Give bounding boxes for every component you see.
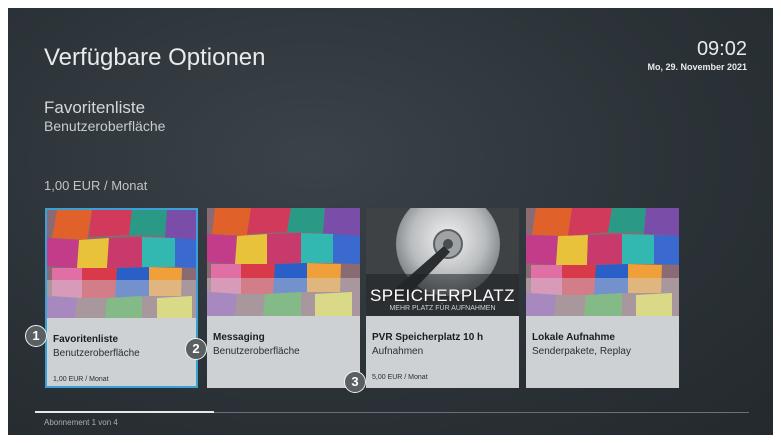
page-title: Verfügbare Optionen — [44, 44, 266, 71]
callout-badge-2: 2 — [185, 338, 207, 360]
card-name: PVR Speicherplatz 10 h — [372, 332, 484, 343]
pager-label: Abonnement 1 von 4 — [44, 418, 118, 427]
option-card-messaging[interactable]: Messaging Benutzeroberfläche — [207, 208, 360, 388]
option-card-favoritenliste[interactable]: Favoritenliste Benutzeroberfläche 1,00 E… — [45, 208, 198, 388]
card-category: Aufnahmen — [372, 346, 424, 357]
option-card-lokale-aufnahme[interactable]: Lokale Aufnahme Senderpakete, Replay — [526, 208, 679, 388]
card-price: 1,00 EUR / Monat — [53, 376, 109, 383]
option-card-pvr-speicherplatz[interactable]: SPEICHERPLATZ MEHR PLATZ FÜR AUFNAHMEN P… — [366, 208, 519, 388]
card-category: Benutzeroberfläche — [53, 348, 140, 359]
tv-screen: Verfügbare Optionen 09:02 Mo, 29. Novemb… — [8, 8, 773, 435]
pager-progress — [35, 411, 214, 413]
hard-drive-image: SPEICHERPLATZ MEHR PLATZ FÜR AUFNAHMEN — [366, 208, 519, 316]
clock-time: 09:02 — [696, 38, 747, 60]
card-name: Favoritenliste — [53, 334, 119, 345]
selected-option-price: 1,00 EUR / Monat — [44, 178, 148, 193]
image-subtitle: MEHR PLATZ FÜR AUFNAHMEN — [389, 305, 496, 312]
image-title: SPEICHERPLATZ — [369, 286, 516, 305]
clock-date: Mo, 29. November 2021 — [647, 62, 747, 72]
colored-blocks-image — [47, 210, 196, 318]
card-category: Senderpakete, Replay — [532, 346, 631, 357]
selected-option-category: Benutzeroberfläche — [44, 118, 166, 134]
card-price: 5,00 EUR / Monat — [372, 374, 428, 381]
colored-blocks-image — [526, 208, 679, 316]
selected-option-name: Favoritenliste — [44, 98, 146, 117]
card-name: Lokale Aufnahme — [532, 332, 615, 343]
card-category: Benutzeroberfläche — [213, 346, 300, 357]
colored-blocks-image — [207, 208, 360, 316]
callout-badge-1: 1 — [25, 325, 47, 347]
card-name: Messaging — [213, 332, 265, 343]
callout-badge-3: 3 — [344, 371, 366, 393]
